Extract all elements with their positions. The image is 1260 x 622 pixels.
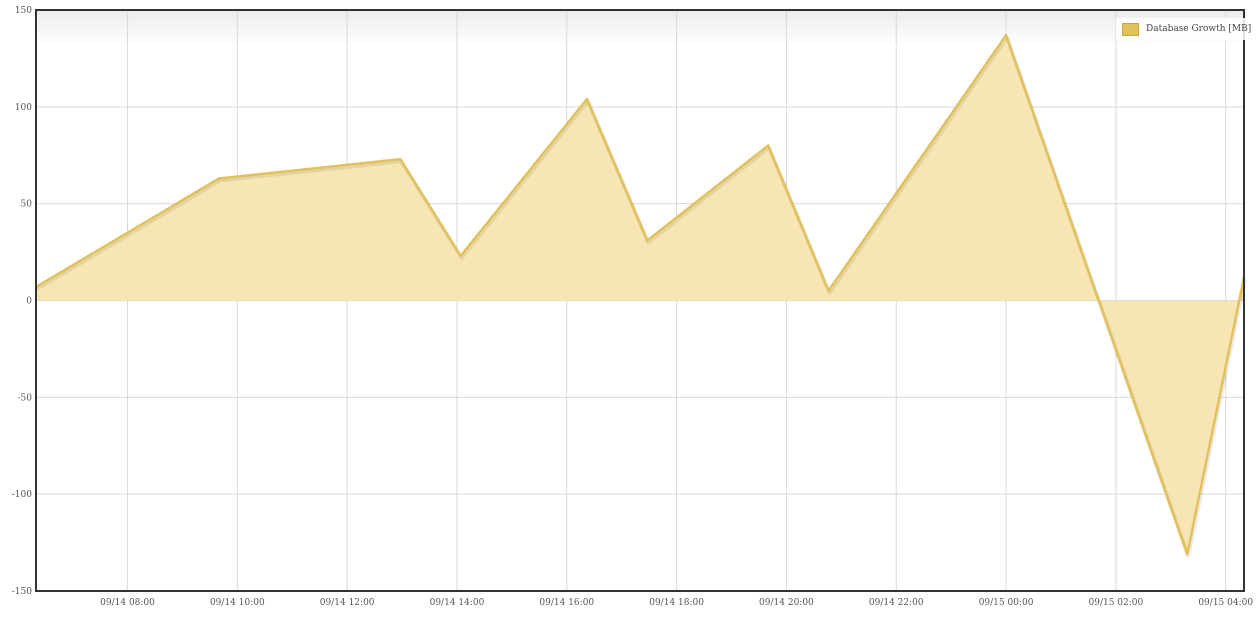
x-tick-label: 09/15 04:00: [1198, 598, 1253, 608]
data-point: [399, 157, 402, 161]
data-point: [827, 289, 830, 293]
chart: 150 100 50 0 -50 -100 -150 09/14 08:00 09/14 10:…: [0, 0, 1260, 618]
area-chart: 150 100 50 0 -50 -100 -150 09/14 08:00 09/14 10:…: [12, 6, 1254, 608]
y-tick-label: 100: [15, 103, 32, 113]
y-tick-label: -100: [12, 490, 32, 500]
plot-header-band: [36, 10, 1244, 46]
legend-swatch: [1122, 22, 1139, 36]
y-tick-label: 0: [26, 297, 32, 307]
data-point: [217, 177, 221, 180]
legend-label: Database Growth [MB]: [1146, 24, 1252, 34]
data-point: [646, 239, 649, 242]
data-point: [585, 97, 589, 101]
data-point: [766, 144, 770, 147]
x-tick-label: 09/14 10:00: [210, 598, 265, 608]
x-tick-label: 09/15 00:00: [979, 598, 1034, 608]
x-tick-label: 09/14 12:00: [320, 598, 375, 608]
x-tick-label: 09/14 16:00: [539, 598, 594, 608]
data-point: [459, 254, 462, 258]
y-tick-label: 150: [15, 6, 32, 16]
data-point: [1004, 33, 1008, 37]
x-tick-label: 09/14 18:00: [649, 598, 704, 608]
data-point: [1186, 553, 1189, 556]
x-tick-label: 09/14 20:00: [759, 598, 814, 608]
y-tick-label: -150: [12, 587, 32, 597]
series-area: [36, 35, 1244, 555]
y-tick-label: -50: [18, 393, 33, 403]
x-tick-label: 09/15 02:00: [1089, 598, 1144, 608]
legend: Database Growth [MB]: [1116, 18, 1258, 40]
x-tick-label: 09/14 14:00: [430, 598, 485, 608]
x-tick-label: 09/14 22:00: [869, 598, 924, 608]
x-tick-label: 09/14 08:00: [100, 598, 155, 608]
y-tick-label: 50: [21, 200, 33, 210]
